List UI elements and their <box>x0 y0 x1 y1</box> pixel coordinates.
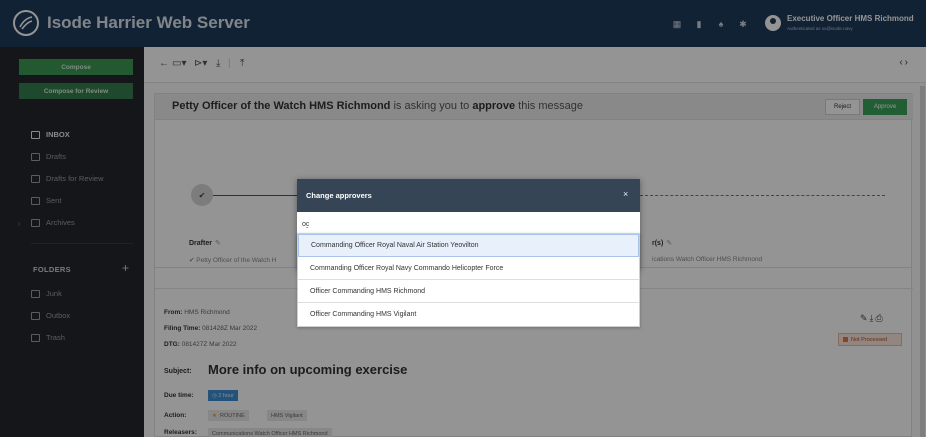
modal-header: Change approvers × <box>297 179 640 212</box>
suggestion-item[interactable]: Officer Commanding HMS Richmond <box>298 280 639 303</box>
suggestion-item[interactable]: Commanding Officer Royal Navy Commando H… <box>298 257 639 280</box>
suggestion-item[interactable]: Commanding Officer Royal Naval Air Stati… <box>298 234 639 257</box>
approver-suggestions: Commanding Officer Royal Naval Air Stati… <box>297 233 640 327</box>
modal-title: Change approvers <box>306 191 372 200</box>
close-icon[interactable]: × <box>623 189 628 199</box>
suggestion-item[interactable]: Officer Commanding HMS Vigilant <box>298 303 639 326</box>
approver-search-input[interactable] <box>300 217 637 231</box>
